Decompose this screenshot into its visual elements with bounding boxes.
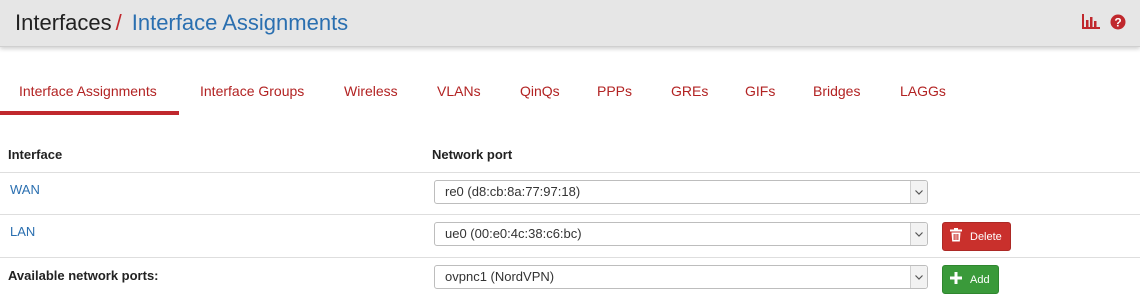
tab-ppps[interactable]: PPPs (597, 70, 632, 116)
network-port-select-wan[interactable]: re0 (d8:cb:8a:77:97:18) (434, 180, 928, 204)
available-port-select[interactable]: ovpnc1 (NordVPN) (434, 265, 928, 289)
select-value: re0 (d8:cb:8a:77:97:18) (445, 184, 581, 199)
tab-gres[interactable]: GREs (671, 70, 708, 116)
chevron-down-icon (910, 223, 927, 245)
trash-icon (950, 228, 962, 245)
tab-qinqs[interactable]: QinQs (520, 70, 560, 116)
bar-chart-icon[interactable] (1081, 14, 1101, 35)
breadcrumb-current[interactable]: Interface Assignments (132, 10, 348, 35)
select-value: ovpnc1 (NordVPN) (445, 269, 555, 284)
add-button[interactable]: Add (942, 265, 999, 294)
help-icon[interactable]: ? (1110, 14, 1126, 35)
breadcrumb: Interfaces / Interface Assignments (15, 10, 348, 36)
active-tab-indicator (0, 111, 179, 115)
select-value: ue0 (00:e0:4c:38:c6:bc) (445, 226, 582, 241)
network-port-select-lan[interactable]: ue0 (00:e0:4c:38:c6:bc) (434, 222, 928, 246)
interface-link-wan[interactable]: WAN (10, 182, 40, 197)
add-button-label: Add (970, 273, 990, 286)
tab-wireless[interactable]: Wireless (344, 70, 398, 116)
breadcrumb-section[interactable]: Interfaces (15, 10, 112, 35)
delete-button[interactable]: Delete (942, 222, 1011, 251)
chevron-down-icon (910, 181, 927, 203)
tab-gifs[interactable]: GIFs (745, 70, 775, 116)
svg-text:?: ? (1114, 16, 1121, 30)
tab-vlans[interactable]: VLANs (437, 70, 481, 116)
interface-link-lan[interactable]: LAN (10, 224, 35, 239)
tab-interface-groups[interactable]: Interface Groups (200, 70, 304, 116)
tab-interface-assignments[interactable]: Interface Assignments (19, 70, 157, 116)
table-row-divider (0, 214, 1140, 215)
delete-button-label: Delete (970, 230, 1002, 243)
plus-icon (950, 272, 962, 287)
column-header-network-port: Network port (432, 147, 513, 162)
table-row-divider (0, 257, 1140, 258)
table-row-divider (0, 172, 1140, 173)
column-header-interface: Interface (8, 147, 63, 162)
page-header: Interfaces / Interface Assignments ? (0, 0, 1140, 47)
breadcrumb-separator: / (115, 10, 122, 35)
tab-laggs[interactable]: LAGGs (900, 70, 946, 116)
header-icons: ? (1081, 14, 1126, 35)
available-ports-label: Available network ports: (8, 268, 159, 283)
tab-bridges[interactable]: Bridges (813, 70, 860, 116)
chevron-down-icon (910, 266, 927, 288)
tab-bar: Interface Assignments Interface Groups W… (0, 70, 1140, 116)
